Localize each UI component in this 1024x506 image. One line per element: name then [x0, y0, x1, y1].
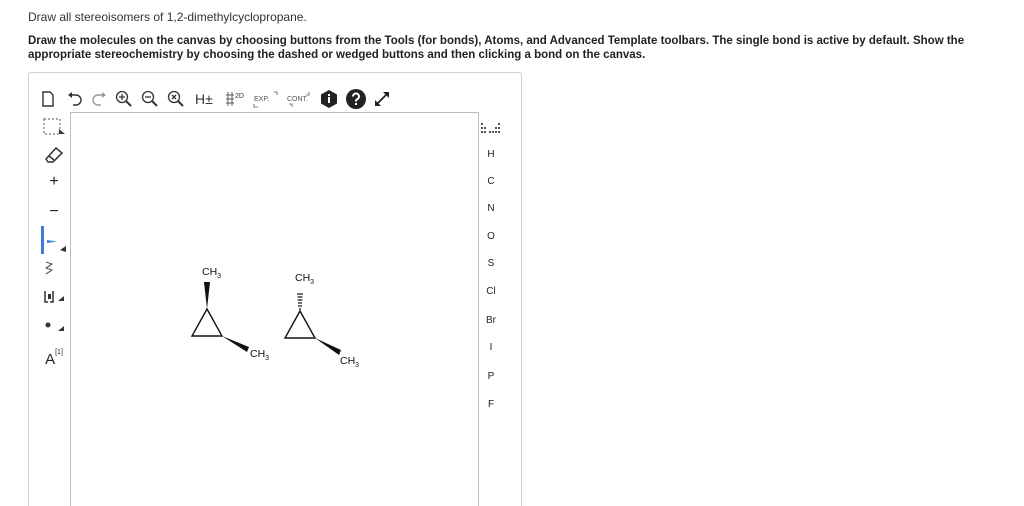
- atom-S-button[interactable]: S: [478, 253, 504, 273]
- atom-N-button[interactable]: N: [478, 198, 504, 218]
- methyl-label-3: CH3: [295, 272, 315, 287]
- atom-Cl-button[interactable]: Cl: [478, 281, 504, 301]
- methyl-label-4: CH3: [340, 355, 360, 370]
- methyl-label-2: CH3: [250, 348, 270, 363]
- atom-O-button[interactable]: O: [478, 226, 504, 246]
- cyclopropane-ring-1: [190, 307, 224, 337]
- atom-P-button[interactable]: P: [478, 366, 504, 386]
- atom-H-button[interactable]: H: [478, 144, 504, 164]
- methyl-label-1: CH3: [202, 266, 222, 281]
- wedge-bond-2: [222, 336, 249, 352]
- cyclopropane-ring-2: [283, 309, 317, 339]
- wedge-bond-3: [315, 338, 341, 355]
- molecule-drawing: [190, 282, 341, 355]
- atom-Br-button[interactable]: Br: [478, 310, 504, 330]
- atom-C-button[interactable]: C: [478, 171, 504, 191]
- atom-I-button[interactable]: I: [478, 337, 504, 357]
- atom-F-button[interactable]: F: [478, 394, 504, 414]
- wedge-bond-1: [204, 282, 210, 309]
- dashed-bond-1: [297, 293, 303, 310]
- periodic-table-icon[interactable]: [478, 118, 504, 138]
